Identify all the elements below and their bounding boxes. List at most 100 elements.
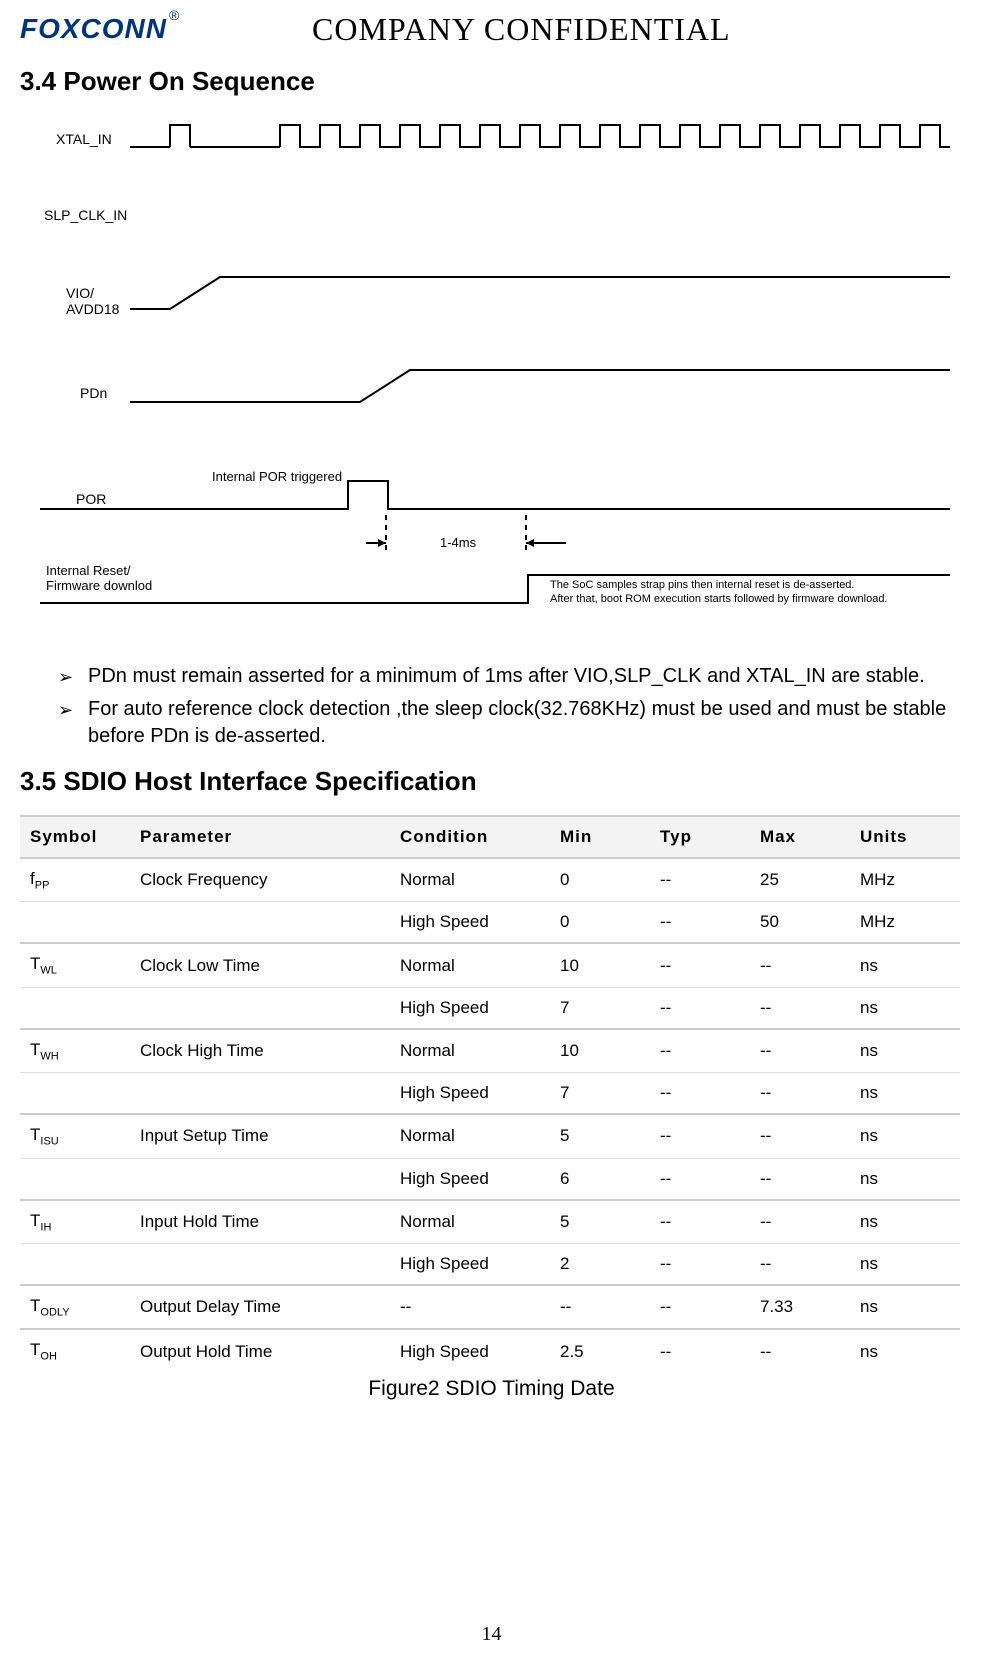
- cell-units: ns: [850, 1114, 960, 1158]
- section-34-bullets: PDn must remain asserted for a minimum o…: [58, 663, 963, 750]
- cell-max: --: [750, 1200, 850, 1244]
- cell-max: --: [750, 1158, 850, 1200]
- cell-cond: High Speed: [390, 987, 550, 1029]
- cell-units: ns: [850, 943, 960, 987]
- cell-param: Input Setup Time: [130, 1114, 390, 1158]
- cell-units: ns: [850, 1200, 960, 1244]
- cell-max: 7.33: [750, 1285, 850, 1329]
- cell-cond: Normal: [390, 1114, 550, 1158]
- cell-max: 25: [750, 858, 850, 902]
- signal-label-pdn: PDn: [80, 385, 107, 401]
- cell-cond: High Speed: [390, 1073, 550, 1115]
- cell-cond: High Speed: [390, 1158, 550, 1200]
- cell-units: MHz: [850, 902, 960, 944]
- cell-symbol: [20, 1158, 130, 1200]
- table-row: TOHOutput Hold TimeHigh Speed2.5----ns: [20, 1329, 960, 1372]
- cell-typ: --: [650, 1029, 750, 1073]
- cell-param: Input Hold Time: [130, 1200, 390, 1244]
- cell-typ: --: [650, 858, 750, 902]
- cell-typ: --: [650, 1158, 750, 1200]
- table-row: TODLYOutput Delay Time------7.33ns: [20, 1285, 960, 1329]
- logo: FOXCONN ®: [20, 10, 290, 48]
- cell-units: ns: [850, 1285, 960, 1329]
- signal-label-xtal: XTAL_IN: [56, 131, 112, 147]
- cell-typ: --: [650, 987, 750, 1029]
- cell-typ: --: [650, 1200, 750, 1244]
- confidential-mark: COMPANY CONFIDENTIAL: [312, 11, 731, 48]
- col-parameter: Parameter: [130, 816, 390, 858]
- cell-param: Clock Frequency: [130, 858, 390, 902]
- sdio-spec-table: Symbol Parameter Condition Min Typ Max U…: [20, 815, 960, 1373]
- signal-label-slp: SLP_CLK_IN: [44, 207, 127, 223]
- cell-max: --: [750, 987, 850, 1029]
- table-row: High Speed7----ns: [20, 987, 960, 1029]
- page-header: FOXCONN ® COMPANY CONFIDENTIAL: [20, 10, 963, 48]
- waveform-slp: [130, 115, 950, 155]
- cell-param: [130, 1073, 390, 1115]
- cell-typ: --: [650, 943, 750, 987]
- col-min: Min: [550, 816, 650, 858]
- cell-symbol: TWL: [20, 943, 130, 987]
- cell-param: Clock High Time: [130, 1029, 390, 1073]
- cell-param: [130, 987, 390, 1029]
- cell-typ: --: [650, 1285, 750, 1329]
- col-max: Max: [750, 816, 850, 858]
- cell-symbol: TOH: [20, 1329, 130, 1372]
- col-condition: Condition: [390, 816, 550, 858]
- cell-max: --: [750, 1029, 850, 1073]
- cell-param: Output Delay Time: [130, 1285, 390, 1329]
- cell-units: ns: [850, 1329, 960, 1372]
- cell-max: --: [750, 1073, 850, 1115]
- cell-min: 2.5: [550, 1329, 650, 1372]
- timing-diagram: XTAL_IN SLP_CLK_IN VIO/ AVDD18 PDn: [20, 115, 960, 645]
- table-row: TISUInput Setup TimeNormal5----ns: [20, 1114, 960, 1158]
- bullet-item: For auto reference clock detection ,the …: [58, 696, 963, 750]
- cell-max: 50: [750, 902, 850, 944]
- cell-typ: --: [650, 1243, 750, 1285]
- cell-cond: High Speed: [390, 902, 550, 944]
- cell-cond: High Speed: [390, 1243, 550, 1285]
- cell-cond: Normal: [390, 858, 550, 902]
- col-units: Units: [850, 816, 960, 858]
- table-row: fPPClock FrequencyNormal0--25MHz: [20, 858, 960, 902]
- cell-symbol: [20, 987, 130, 1029]
- cell-min: 5: [550, 1114, 650, 1158]
- table-row: TIHInput Hold TimeNormal5----ns: [20, 1200, 960, 1244]
- cell-param: [130, 902, 390, 944]
- cell-param: Clock Low Time: [130, 943, 390, 987]
- cell-min: 10: [550, 1029, 650, 1073]
- cell-max: --: [750, 1114, 850, 1158]
- waveform-por: [40, 471, 950, 521]
- delay-note: 1-4ms: [440, 535, 476, 550]
- cell-units: ns: [850, 987, 960, 1029]
- cell-cond: --: [390, 1285, 550, 1329]
- cell-typ: --: [650, 1073, 750, 1115]
- cell-typ: --: [650, 1114, 750, 1158]
- figure-caption: Figure2 SDIO Timing Date: [20, 1377, 963, 1401]
- cell-symbol: TWH: [20, 1029, 130, 1073]
- section-35-title: 3.5 SDIO Host Interface Specification: [20, 766, 963, 797]
- page-number: 14: [0, 1623, 983, 1646]
- table-row: TWHClock High TimeNormal10----ns: [20, 1029, 960, 1073]
- cell-min: 7: [550, 1073, 650, 1115]
- col-symbol: Symbol: [20, 816, 130, 858]
- cell-units: ns: [850, 1243, 960, 1285]
- registered-mark: ®: [169, 7, 179, 23]
- cell-units: ns: [850, 1029, 960, 1073]
- cell-param: Output Hold Time: [130, 1329, 390, 1372]
- cell-symbol: [20, 1243, 130, 1285]
- table-row: High Speed0--50MHz: [20, 902, 960, 944]
- cell-symbol: [20, 902, 130, 944]
- cell-symbol: TIH: [20, 1200, 130, 1244]
- cell-symbol: TISU: [20, 1114, 130, 1158]
- cell-min: 0: [550, 902, 650, 944]
- cell-symbol: TODLY: [20, 1285, 130, 1329]
- side-note-1: The SoC samples strap pins then internal…: [550, 579, 950, 592]
- cell-min: 10: [550, 943, 650, 987]
- cell-cond: High Speed: [390, 1329, 550, 1372]
- cell-max: --: [750, 943, 850, 987]
- table-row: High Speed2----ns: [20, 1243, 960, 1285]
- cell-cond: Normal: [390, 943, 550, 987]
- table-row: High Speed7----ns: [20, 1073, 960, 1115]
- signal-label-vio: VIO/ AVDD18: [66, 285, 119, 317]
